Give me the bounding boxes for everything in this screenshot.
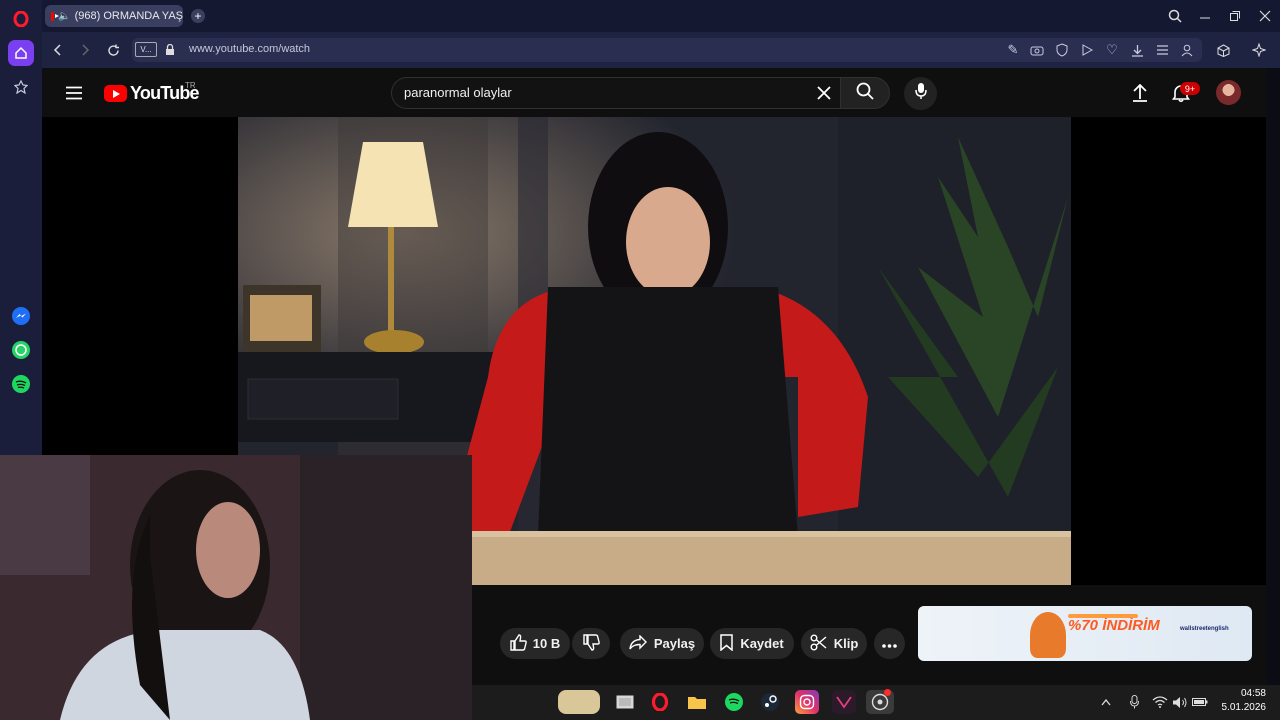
clock-date[interactable]: 5.01.2026 bbox=[1212, 702, 1267, 713]
search-query-text[interactable]: paranormal olaylar bbox=[404, 85, 512, 100]
opera-taskbar-icon[interactable] bbox=[648, 690, 672, 714]
steam-icon[interactable] bbox=[758, 690, 782, 714]
bookmark-icon bbox=[720, 633, 734, 654]
region-code: TR bbox=[185, 81, 196, 90]
minimize-icon[interactable] bbox=[1196, 7, 1214, 25]
youtube-favicon-icon bbox=[51, 11, 59, 21]
tab-youtube-video[interactable]: 🔈 (968) ORMANDA YAŞ bbox=[45, 5, 183, 27]
tab-strip bbox=[42, 0, 1280, 32]
camera-icon[interactable] bbox=[1028, 41, 1046, 59]
thumbs-down-icon bbox=[582, 633, 600, 654]
restore-window-icon[interactable] bbox=[1226, 7, 1244, 25]
weather-widget-icon[interactable] bbox=[558, 690, 600, 714]
spotify-icon[interactable] bbox=[8, 371, 34, 397]
aria-ai-icon[interactable] bbox=[1250, 41, 1268, 59]
battery-icon[interactable] bbox=[1192, 690, 1208, 714]
wifi-icon[interactable] bbox=[1152, 690, 1168, 714]
like-count: 10 B bbox=[532, 636, 561, 651]
app-v-icon[interactable] bbox=[832, 690, 856, 714]
messenger-icon[interactable] bbox=[8, 303, 34, 329]
dislike-button[interactable] bbox=[572, 628, 610, 659]
easy-setup-icon[interactable] bbox=[1153, 41, 1171, 59]
ad-banner[interactable]: %70 İNDİRİM wallstreetenglish bbox=[918, 606, 1252, 661]
show-hidden-icons-chevron-icon[interactable] bbox=[1098, 690, 1114, 714]
forward-arrow-icon[interactable] bbox=[76, 41, 94, 59]
share-label: Paylaş bbox=[653, 636, 696, 651]
whatsapp-icon[interactable] bbox=[8, 337, 34, 363]
vpn-badge[interactable]: V... bbox=[135, 42, 157, 57]
profile-icon[interactable] bbox=[1178, 41, 1196, 59]
close-window-icon[interactable] bbox=[1256, 7, 1274, 25]
shield-icon[interactable] bbox=[1053, 41, 1071, 59]
youtube-logo-icon[interactable] bbox=[104, 85, 127, 102]
back-arrow-icon[interactable] bbox=[49, 41, 67, 59]
thumbs-up-icon bbox=[510, 633, 527, 654]
share-button[interactable]: Paylaş bbox=[620, 628, 704, 659]
play-icon[interactable] bbox=[1078, 41, 1096, 59]
hamburger-menu-icon[interactable] bbox=[66, 86, 82, 105]
spotify-taskbar-icon[interactable] bbox=[722, 690, 746, 714]
search-button[interactable] bbox=[840, 77, 890, 109]
clip-button[interactable]: Klip bbox=[801, 628, 867, 659]
scissors-icon bbox=[810, 634, 827, 654]
instagram-icon[interactable] bbox=[795, 690, 819, 714]
tab-search-icon[interactable] bbox=[1166, 7, 1184, 25]
microphone-tray-icon[interactable] bbox=[1126, 690, 1142, 714]
save-label: Kaydet bbox=[740, 636, 784, 651]
upload-icon[interactable] bbox=[1132, 83, 1148, 107]
recording-dot-icon bbox=[884, 689, 891, 696]
lock-icon[interactable] bbox=[161, 41, 179, 59]
clip-label: Klip bbox=[833, 636, 859, 651]
side-panel-edge bbox=[1266, 68, 1280, 685]
heart-icon[interactable]: ♡ bbox=[1103, 41, 1121, 59]
reload-icon[interactable] bbox=[104, 41, 122, 59]
like-button[interactable]: 10 B bbox=[500, 628, 570, 659]
more-actions-button[interactable] bbox=[874, 628, 905, 659]
home-icon[interactable] bbox=[8, 40, 34, 66]
edit-icon[interactable]: ✎ bbox=[1004, 41, 1022, 59]
clear-search-icon[interactable] bbox=[817, 86, 831, 105]
cube-extension-icon[interactable] bbox=[1214, 41, 1232, 59]
webcam-overlay bbox=[0, 455, 472, 720]
clock-time[interactable]: 04:58 bbox=[1222, 688, 1266, 699]
new-tab-plus-icon[interactable]: + bbox=[191, 9, 205, 23]
ad-discount-text: %70 İNDİRİM bbox=[1068, 617, 1160, 634]
ad-person-image bbox=[1030, 612, 1066, 658]
ad-ribbon bbox=[1068, 614, 1138, 618]
notification-count-badge: 9+ bbox=[1180, 82, 1200, 95]
search-icon bbox=[856, 82, 874, 105]
save-button[interactable]: Kaydet bbox=[710, 628, 794, 659]
tab-title: (968) ORMANDA YAŞ bbox=[74, 10, 183, 22]
voice-search-button[interactable] bbox=[904, 77, 937, 110]
task-view-icon[interactable] bbox=[613, 690, 637, 714]
volume-icon[interactable] bbox=[1172, 690, 1188, 714]
ad-brand-logo: wallstreetenglish bbox=[1180, 626, 1229, 632]
download-icon[interactable] bbox=[1128, 41, 1146, 59]
more-dots-icon bbox=[882, 636, 897, 651]
recommendation-strip bbox=[918, 661, 1252, 685]
speaker-icon[interactable]: 🔈 bbox=[58, 11, 70, 22]
account-avatar[interactable] bbox=[1216, 80, 1241, 105]
opera-sidebar bbox=[0, 0, 42, 455]
url-text[interactable]: www.youtube.com/watch bbox=[189, 43, 310, 55]
share-arrow-icon bbox=[629, 633, 647, 653]
opera-logo-icon[interactable] bbox=[8, 6, 34, 32]
microphone-icon bbox=[914, 82, 927, 105]
file-explorer-icon[interactable] bbox=[685, 690, 709, 714]
pinboard-star-icon[interactable] bbox=[8, 74, 34, 100]
